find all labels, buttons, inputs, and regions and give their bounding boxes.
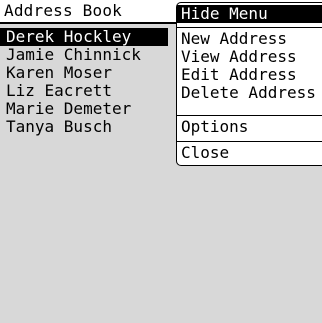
contact-list: Derek Hockley Jamie Chinnick Karen Moser… <box>0 28 180 136</box>
menu-item-options[interactable]: Options <box>177 118 322 136</box>
menu-item-edit-address[interactable]: Edit Address <box>177 66 322 84</box>
context-menu: Hide Menu New Address View Address Edit … <box>176 2 322 166</box>
menu-item-new-address[interactable]: New Address <box>177 30 322 48</box>
contact-item-marie-demeter[interactable]: Marie Demeter <box>0 100 180 118</box>
contact-item-liz-eacrett[interactable]: Liz Eacrett <box>0 82 180 100</box>
contact-item-derek-hockley[interactable]: Derek Hockley <box>0 28 168 46</box>
address-book-screen: Address Book Derek Hockley Jamie Chinnic… <box>0 0 322 323</box>
contact-item-karen-moser[interactable]: Karen Moser <box>0 64 180 82</box>
menu-item-view-address[interactable]: View Address <box>177 48 322 66</box>
menu-item-close[interactable]: Close <box>177 144 322 162</box>
contact-item-jamie-chinnick[interactable]: Jamie Chinnick <box>0 46 180 64</box>
menu-separator <box>177 141 322 142</box>
menu-item-delete-address[interactable]: Delete Address <box>177 84 322 102</box>
menu-separator <box>177 27 322 28</box>
contact-item-tanya-busch[interactable]: Tanya Busch <box>0 118 180 136</box>
menu-item-hide-menu[interactable]: Hide Menu <box>177 5 322 23</box>
menu-separator <box>177 115 322 116</box>
app-title: Address Book <box>4 1 122 20</box>
